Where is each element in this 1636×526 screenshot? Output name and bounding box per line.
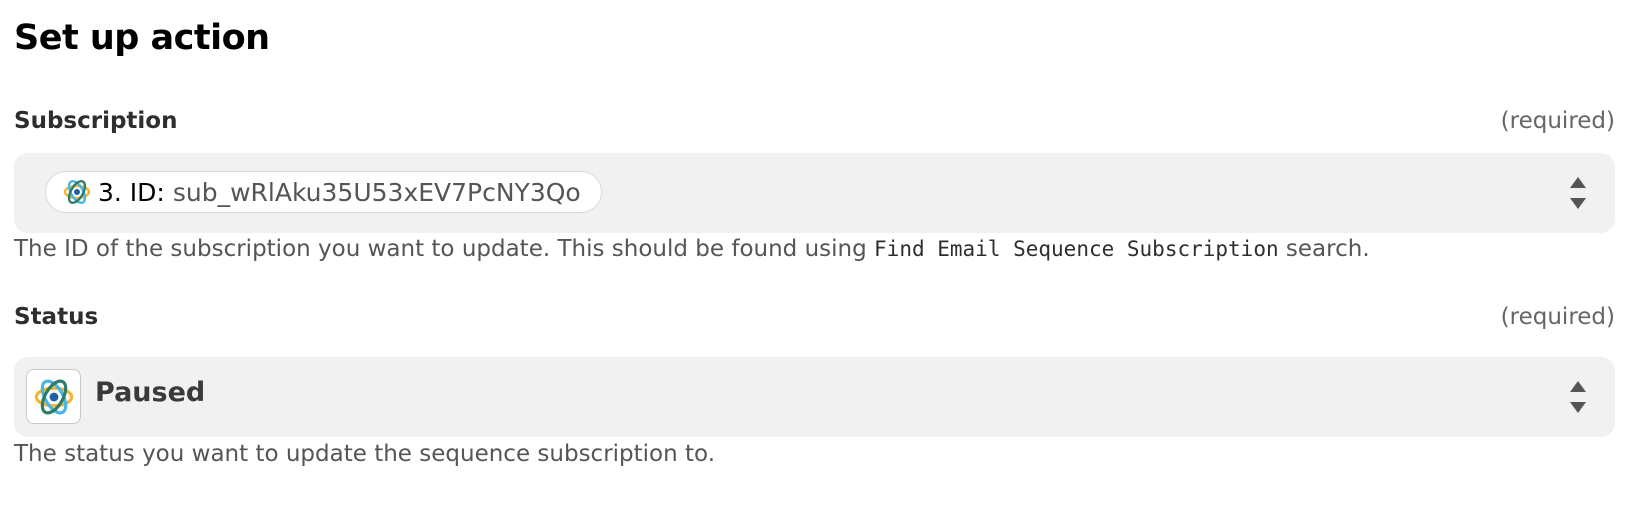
subscription-id-value: sub_wRlAku35U53xEV7PcNY3Qo (172, 177, 581, 207)
subscription-help-before: The ID of the subscription you want to u… (14, 236, 875, 262)
up-down-arrows-icon[interactable] (1569, 175, 1587, 211)
subscription-label: Subscription (14, 108, 178, 134)
app-logo-icon (34, 379, 73, 414)
status-label: Status (14, 304, 99, 330)
app-logo-box (26, 369, 81, 424)
subscription-required-label: (required) (1500, 108, 1615, 134)
status-required-label: (required) (1500, 304, 1615, 330)
subscription-value-pill[interactable]: 3. ID: sub_wRlAku35U53xEV7PcNY3Qo (45, 171, 602, 213)
status-selected-value: Paused (95, 377, 206, 408)
status-field-header: Status (required) (14, 304, 1615, 330)
subscription-field-header: Subscription (required) (14, 108, 1615, 134)
status-help-text: The status you want to update the sequen… (14, 441, 716, 467)
subscription-help-text: The ID of the subscription you want to u… (14, 236, 1370, 262)
subscription-help-code: Find Email Sequence Subscription (874, 237, 1279, 261)
subscription-select[interactable]: 3. ID: sub_wRlAku35U53xEV7PcNY3Qo (14, 153, 1615, 233)
page-title: Set up action (14, 18, 270, 58)
app-logo-icon (63, 179, 91, 205)
status-select[interactable]: Paused (14, 357, 1615, 437)
subscription-step-reference: 3. ID: (98, 177, 165, 207)
subscription-help-after: search. (1278, 236, 1370, 262)
up-down-arrows-icon[interactable] (1569, 379, 1587, 415)
